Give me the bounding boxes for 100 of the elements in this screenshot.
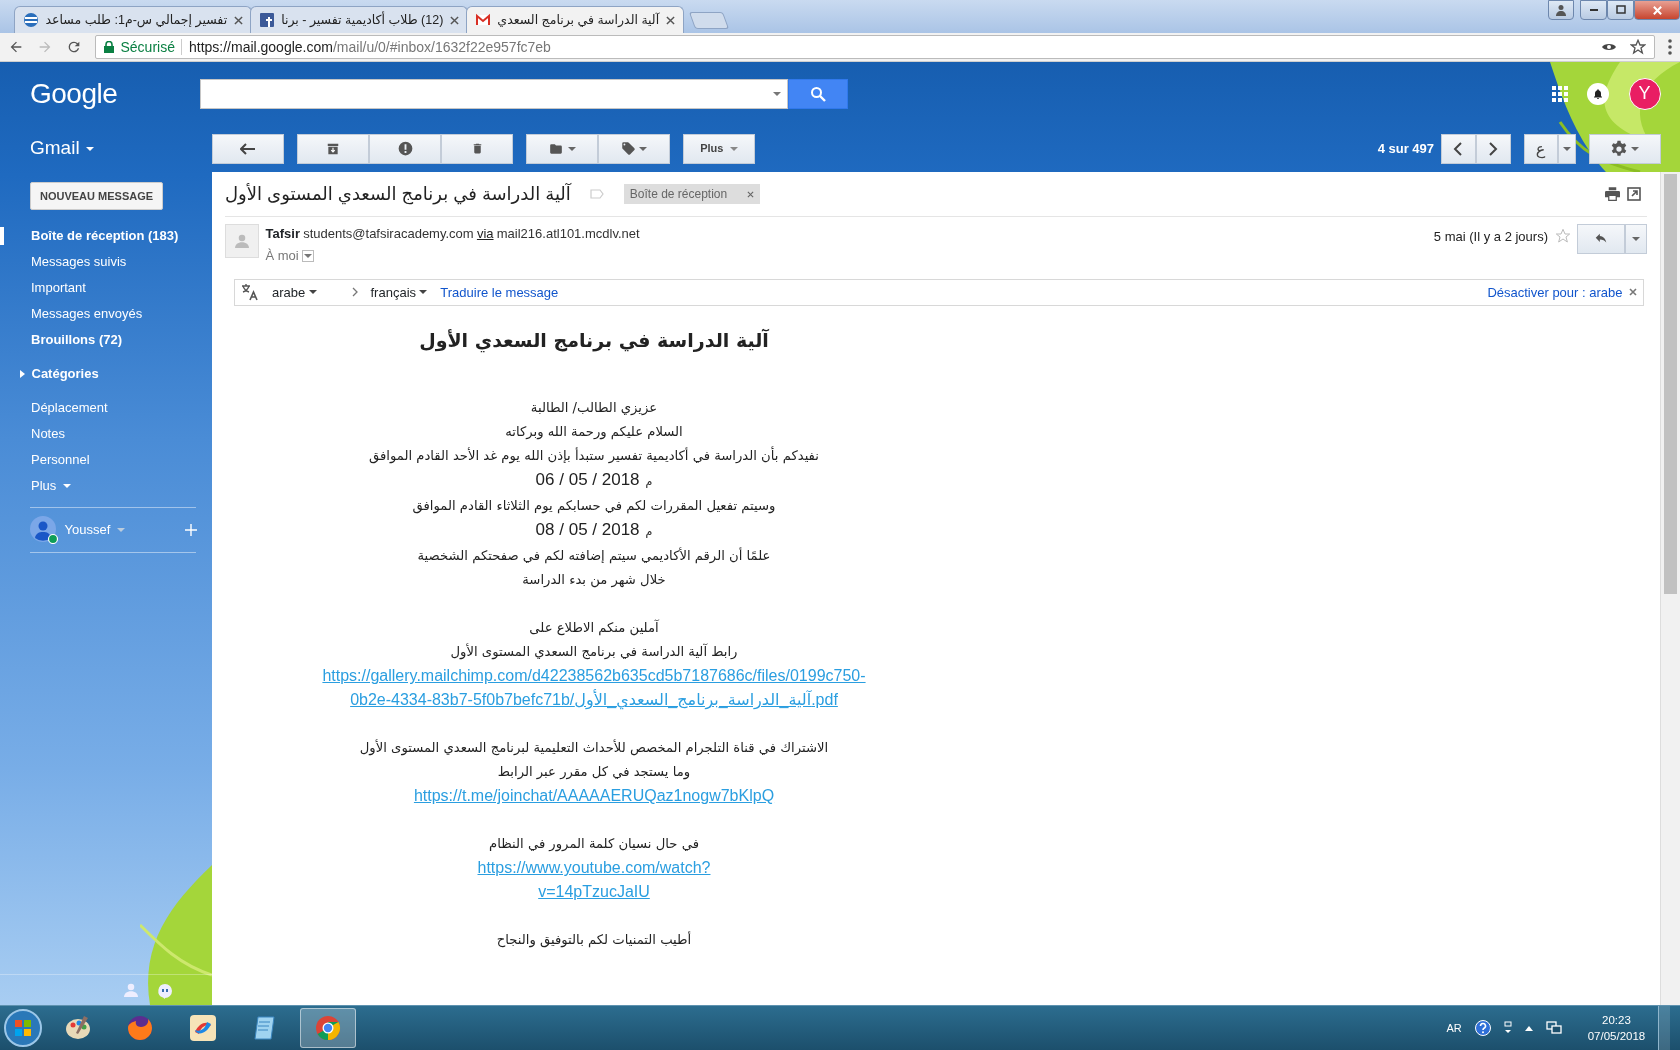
translate-icon[interactable]	[241, 283, 259, 302]
sidebar-item[interactable]: Boîte de réception (183)	[0, 223, 212, 249]
close-icon[interactable]	[665, 15, 675, 25]
recipient-label: À moi	[265, 247, 299, 266]
settings-icon	[1609, 139, 1628, 158]
lock-icon	[104, 41, 114, 53]
details-dropdown[interactable]	[302, 250, 314, 262]
apps-grid-icon[interactable]	[1551, 85, 1568, 102]
label-chip[interactable]: Boîte de réception	[623, 184, 760, 204]
url-text: https://mail.google.com/mail/u/0/#inbox/1632f22e957fc7eb	[188, 37, 551, 57]
expand-arrow-icon	[20, 370, 25, 378]
chevron-right-icon	[351, 287, 358, 298]
back-button[interactable]	[212, 133, 284, 164]
help-icon[interactable]	[1474, 1020, 1491, 1036]
user-avatar-icon[interactable]	[30, 516, 58, 544]
sidebar-item[interactable]: Messages suivis	[0, 249, 212, 275]
caret-icon	[1562, 146, 1571, 151]
reply-button[interactable]	[1577, 223, 1625, 254]
minimize-icon	[1589, 9, 1598, 11]
labels-button[interactable]	[598, 133, 670, 164]
envelope-icon	[474, 12, 491, 28]
browser-tab[interactable]: آلية الدراسة في برنامج السعدي	[465, 6, 684, 33]
network-icon[interactable]	[1545, 1021, 1562, 1035]
taskbar-app-button[interactable]	[299, 1008, 356, 1048]
input-tools-button[interactable]: ع	[1523, 133, 1558, 164]
target-language-dropdown[interactable]: français	[370, 282, 428, 302]
sidebar-item[interactable]: Important	[0, 275, 212, 301]
google-logo[interactable]: Google	[30, 72, 200, 115]
message-line: آملين منكم الاطلاع على	[528, 618, 660, 638]
message-line: وسيتم تفعيل المقررات لكم في حسابكم يوم الثلاثاء القادم الموافق	[411, 497, 777, 516]
menu-icon[interactable]	[1668, 39, 1672, 55]
settings-button[interactable]	[1588, 133, 1661, 164]
maximize-button[interactable]	[1607, 0, 1634, 20]
message-link[interactable]: https://www.youtube.com/watch? v=14pTzucJaIU	[477, 856, 711, 905]
via-link[interactable]: via	[476, 223, 494, 243]
sidebar-item[interactable]: Messages envoyés	[0, 301, 212, 327]
eye-icon[interactable]	[1601, 41, 1617, 53]
close-icon[interactable]	[233, 15, 243, 25]
newer-button[interactable]	[1440, 133, 1476, 164]
reply-icon	[1594, 232, 1608, 245]
sidebar-item[interactable]: Personnel	[0, 447, 212, 473]
translate-link[interactable]: Traduire le message	[440, 282, 559, 302]
open-in-new-window-icon[interactable]	[1626, 187, 1641, 201]
star-icon[interactable]	[1630, 39, 1646, 55]
add-icon[interactable]	[185, 524, 198, 536]
caret-icon	[639, 146, 648, 151]
delete-button[interactable]	[441, 133, 513, 164]
keyboard-options-icon[interactable]	[1503, 1021, 1512, 1035]
chevron-right-icon	[1488, 141, 1498, 156]
back-icon[interactable]	[8, 39, 24, 55]
older-button[interactable]	[1475, 133, 1511, 164]
scrollbar-thumb[interactable]	[1664, 174, 1677, 594]
site-icon	[23, 12, 39, 28]
caret-icon	[772, 91, 781, 96]
more-button[interactable]: Plus	[683, 133, 755, 164]
remove-icon[interactable]	[746, 190, 754, 198]
disable-translation-link[interactable]: Désactiver pour : arabe	[1487, 282, 1623, 302]
close-button[interactable]	[1634, 0, 1680, 20]
scrollbar[interactable]	[1660, 172, 1680, 1005]
sidebar-item[interactable]: Notes	[0, 421, 212, 447]
app-switcher-label[interactable]: Gmail	[30, 134, 80, 163]
search-field[interactable]	[200, 78, 788, 109]
tray-expand-icon[interactable]	[1524, 1025, 1533, 1031]
move-to-button[interactable]	[526, 133, 598, 164]
close-icon[interactable]	[1629, 288, 1637, 297]
star-icon[interactable]	[1554, 227, 1571, 244]
close-icon[interactable]	[449, 15, 459, 25]
language-indicator[interactable]: AR	[1446, 1019, 1462, 1037]
report-spam-button[interactable]	[369, 133, 441, 164]
minimize-button[interactable]	[1580, 0, 1607, 20]
caret-icon	[567, 146, 576, 151]
sender-name: Tafsir	[265, 224, 300, 243]
caret-icon	[308, 290, 317, 295]
caret-icon	[419, 290, 428, 295]
browser-tab[interactable]: تفسير إجمالي س-م1: طلب مساعد	[14, 6, 252, 33]
chat-bubble-icon[interactable]	[157, 982, 173, 999]
print-icon[interactable]	[1605, 187, 1620, 201]
spam-icon	[397, 141, 413, 156]
user-button[interactable]	[1547, 0, 1574, 20]
message-line: أطيب التمنيات لكم بالتوفيق والنجاح	[495, 930, 693, 950]
browser-tab[interactable]: (12) طلاب أكاديمية تفسير - برنا	[249, 6, 468, 33]
facebook-icon	[258, 12, 275, 28]
show-desktop-button[interactable]	[1658, 1006, 1671, 1050]
user-name[interactable]: Youssef	[64, 520, 111, 540]
bell-icon	[1592, 87, 1604, 100]
clock[interactable]: 20:23 07/05/2018	[1587, 1012, 1646, 1044]
address-field[interactable]: Sécurisé https://mail.google.com/mail/u/0/#inbox/1632f22e957fc7eb	[95, 35, 1655, 59]
message-line: نفيدكم بأن الدراسة في أكاديمية تفسير ستبدأ بإذن الله يوم غد الأحد القادم الموافق	[368, 445, 820, 466]
search-button[interactable]	[788, 78, 848, 109]
email-subject: آلية الدراسة في برنامج السعدي المستوى الأول	[225, 182, 571, 207]
start-button-icon[interactable]	[3, 1008, 44, 1048]
sidebar-item[interactable]: Déplacement	[0, 395, 212, 421]
compose-button[interactable]: NOUVEAU MESSAGE	[30, 182, 164, 210]
sidebar-item[interactable]: Brouillons (72)	[0, 327, 212, 353]
sidebar-item[interactable]: Plus	[0, 473, 212, 499]
archive-button[interactable]	[297, 133, 369, 164]
source-language-dropdown[interactable]: arabe	[272, 282, 317, 302]
sidebar-item[interactable]: Catégories	[0, 361, 212, 387]
message-link[interactable]: https://t.me/joinchat/AAAAAERUQaz1nogw7bKlpQ	[413, 784, 775, 809]
reload-icon[interactable]	[66, 39, 82, 55]
